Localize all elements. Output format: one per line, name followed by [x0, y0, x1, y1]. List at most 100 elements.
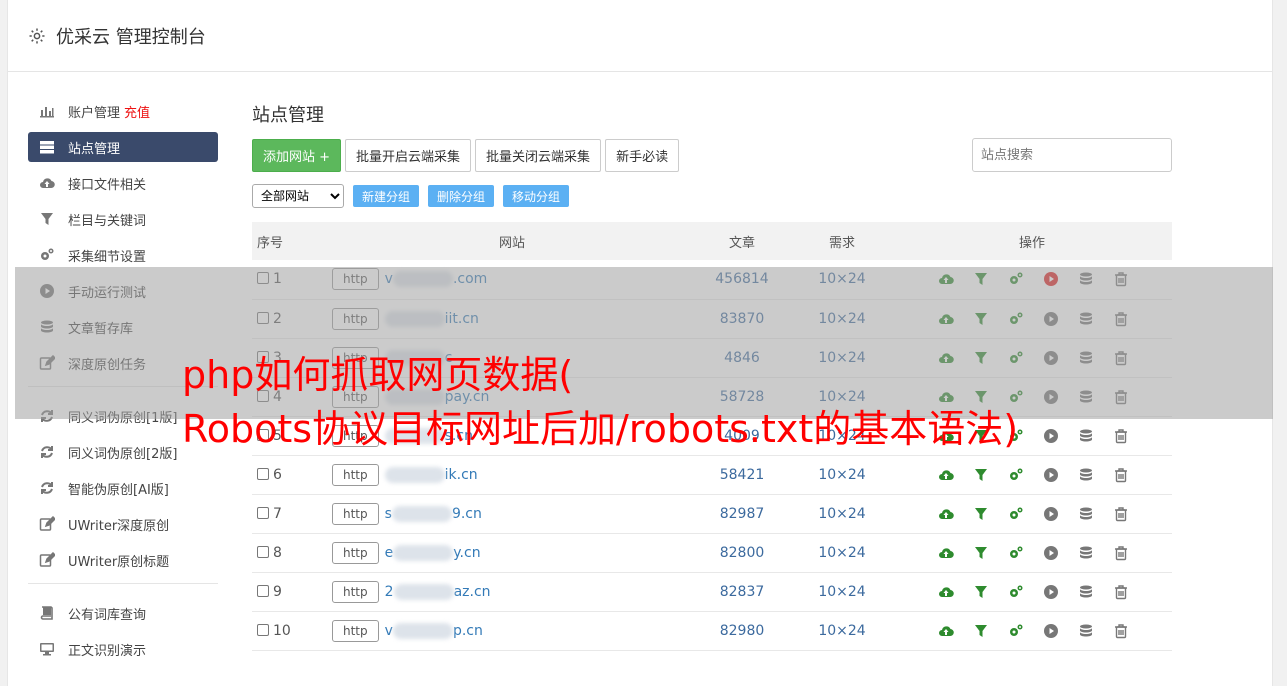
trash-icon[interactable] — [1113, 467, 1129, 483]
sidebar-item-2[interactable]: 接口文件相关 — [28, 168, 218, 198]
sidebar-item-11[interactable]: UWriter深度原创 — [28, 509, 218, 539]
row-no-cell: 9 — [252, 572, 332, 611]
sidebar-item-13[interactable]: 公有词库查询 — [28, 598, 218, 628]
database-icon[interactable] — [1078, 467, 1094, 483]
caption: php如何抓取网页数据( Robots协议目标网址后加/robots.txt的基… — [182, 348, 1018, 456]
site-cell: http s 9.cn — [332, 494, 692, 533]
gears-icon[interactable] — [1008, 623, 1024, 639]
header: 优采云 管理控制台 — [8, 0, 1272, 72]
cloud-upload-icon[interactable] — [938, 467, 954, 483]
ops-cell — [892, 494, 1172, 533]
col-ops: 操作 — [1018, 235, 1045, 251]
protocol-badge: http — [332, 580, 379, 603]
site-search-input[interactable] — [972, 138, 1172, 172]
site-link[interactable]: 2 az.cn — [385, 583, 491, 600]
domain-prefix: e — [384, 544, 394, 561]
trash-icon[interactable] — [1113, 584, 1129, 600]
server-icon — [40, 141, 54, 154]
sidebar-item-0[interactable]: 账户管理 充值 — [28, 96, 218, 126]
sidebar-item-10[interactable]: 智能伪原创[AI版] — [28, 473, 218, 503]
play-icon[interactable] — [1043, 623, 1059, 639]
domain-suffix: y.cn — [453, 544, 481, 561]
table-row: 9 http 2 az.cn 82837 10×24 — [252, 572, 1172, 611]
cloud-upload-icon[interactable] — [938, 545, 954, 561]
add-site-button[interactable]: 添加网站 + — [252, 138, 342, 172]
gears-icon[interactable] — [1008, 467, 1024, 483]
caption-line-2: Robots协议目标网址后加/robots.txt的基本语法) — [182, 407, 1019, 451]
site-link[interactable]: e y.cn — [384, 544, 481, 561]
article-count[interactable]: 82980 — [692, 611, 792, 650]
sidebar-item-14[interactable]: 正文识别演示 — [28, 634, 218, 664]
sidebar-item-label: 接口文件相关 — [68, 177, 147, 193]
article-count[interactable]: 82800 — [692, 533, 792, 572]
article-count[interactable]: 58421 — [692, 455, 792, 494]
batch-close-button[interactable]: 批量关闭云端采集 — [475, 138, 602, 172]
database-icon[interactable] — [1078, 584, 1094, 600]
sidebar-item-3[interactable]: 栏目与关键词 — [28, 204, 218, 234]
article-count[interactable]: 82987 — [692, 494, 792, 533]
ops-cell — [892, 611, 1172, 650]
trash-icon[interactable] — [1113, 623, 1129, 639]
bar-chart-icon — [40, 107, 54, 118]
demand-value[interactable]: 10×24 — [792, 611, 892, 650]
filter-icon[interactable] — [973, 623, 989, 639]
database-icon[interactable] — [1078, 428, 1094, 444]
trash-icon[interactable] — [1113, 506, 1129, 522]
gears-icon[interactable] — [1008, 584, 1024, 600]
guide-button[interactable]: 新手必读 — [605, 138, 680, 172]
filter-icon[interactable] — [973, 584, 989, 600]
database-icon[interactable] — [1078, 506, 1094, 522]
site-link[interactable]: s 9.cn — [385, 505, 482, 522]
cloud-upload-icon[interactable] — [938, 623, 954, 639]
demand-value[interactable]: 10×24 — [792, 494, 892, 533]
row-checkbox[interactable] — [257, 467, 269, 480]
filter-icon[interactable] — [973, 467, 989, 483]
database-icon[interactable] — [1078, 623, 1094, 639]
trash-icon[interactable] — [1113, 428, 1129, 444]
redacted-domain — [391, 505, 452, 522]
delete-group-button[interactable]: 删除分组 — [428, 185, 495, 207]
ops-cell — [892, 533, 1172, 572]
refresh-icon — [41, 446, 53, 458]
sidebar-item-4[interactable]: 采集细节设置 — [28, 240, 218, 270]
row-number: 6 — [273, 466, 282, 483]
row-checkbox[interactable] — [257, 506, 269, 519]
play-icon[interactable] — [1043, 584, 1059, 600]
site-link[interactable]: v p.cn — [384, 622, 483, 639]
batch-open-button[interactable]: 批量开启云端采集 — [345, 138, 472, 172]
sidebar-item-1[interactable]: 站点管理 — [28, 132, 218, 162]
filter-icon[interactable] — [973, 506, 989, 522]
demand-value[interactable]: 10×24 — [792, 455, 892, 494]
filter-icon[interactable] — [973, 545, 989, 561]
move-group-button[interactable]: 移动分组 — [503, 185, 570, 207]
database-icon[interactable] — [1078, 545, 1094, 561]
row-checkbox[interactable] — [257, 584, 269, 597]
play-icon[interactable] — [1043, 428, 1059, 444]
sidebar-item-label: 站点管理 — [68, 141, 121, 157]
play-icon[interactable] — [1043, 545, 1059, 561]
article-count[interactable]: 82837 — [692, 572, 792, 611]
recharge-link[interactable]: 充值 — [124, 102, 150, 121]
edit-icon — [39, 552, 55, 567]
sidebar-item-12[interactable]: UWriter原创标题 — [28, 545, 218, 575]
sidebar-item-label: 正文识别演示 — [68, 643, 147, 659]
site-link[interactable]: ik.cn — [384, 466, 478, 483]
play-icon[interactable] — [1043, 467, 1059, 483]
cloud-upload-icon[interactable] — [938, 584, 954, 600]
demand-value[interactable]: 10×24 — [792, 533, 892, 572]
group-select[interactable]: 全部网站 — [252, 184, 344, 208]
row-checkbox[interactable] — [257, 623, 269, 636]
domain-prefix: v — [384, 622, 393, 639]
cloud-upload-icon[interactable] — [938, 506, 954, 522]
gears-icon[interactable] — [1008, 545, 1024, 561]
play-icon[interactable] — [1043, 506, 1059, 522]
table-row: 8 http e y.cn 82800 10×24 — [252, 533, 1172, 572]
monitor-icon — [40, 643, 54, 656]
new-group-button[interactable]: 新建分组 — [353, 185, 420, 207]
row-checkbox[interactable] — [257, 545, 269, 558]
demand-value[interactable]: 10×24 — [792, 572, 892, 611]
trash-icon[interactable] — [1113, 545, 1129, 561]
protocol-badge: http — [332, 541, 379, 564]
ops-cell — [892, 572, 1172, 611]
gears-icon[interactable] — [1008, 506, 1024, 522]
